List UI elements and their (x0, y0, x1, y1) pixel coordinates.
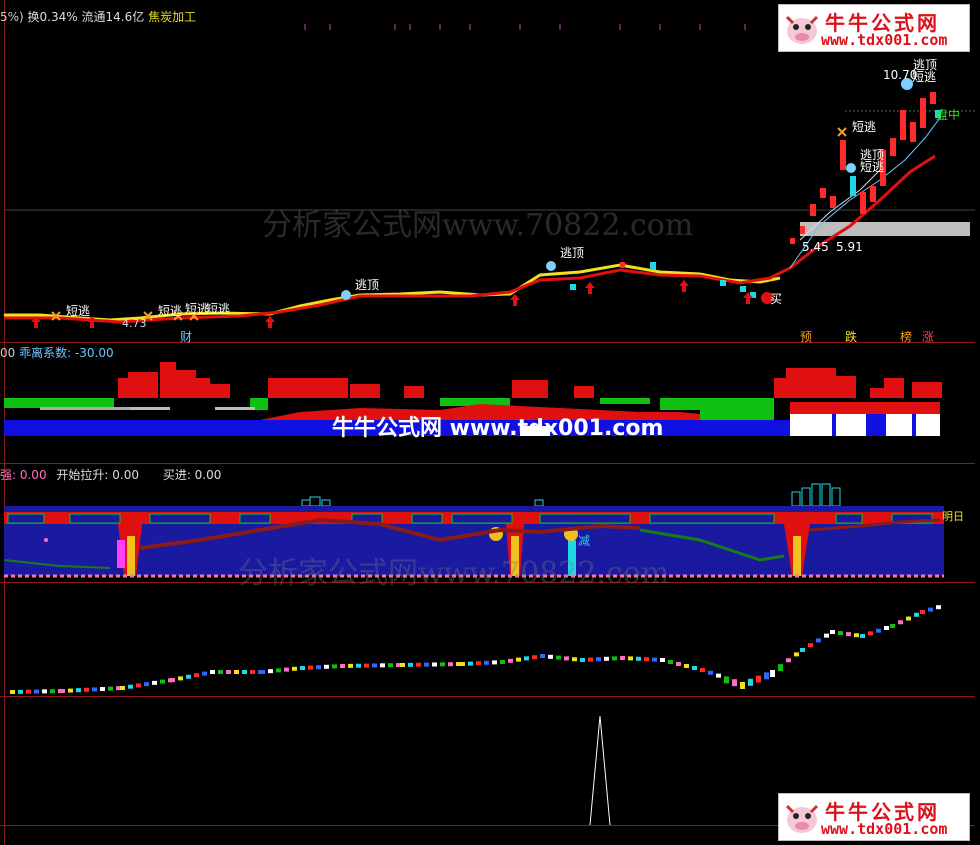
spike-chart (589, 715, 611, 826)
spike-line (589, 715, 611, 826)
